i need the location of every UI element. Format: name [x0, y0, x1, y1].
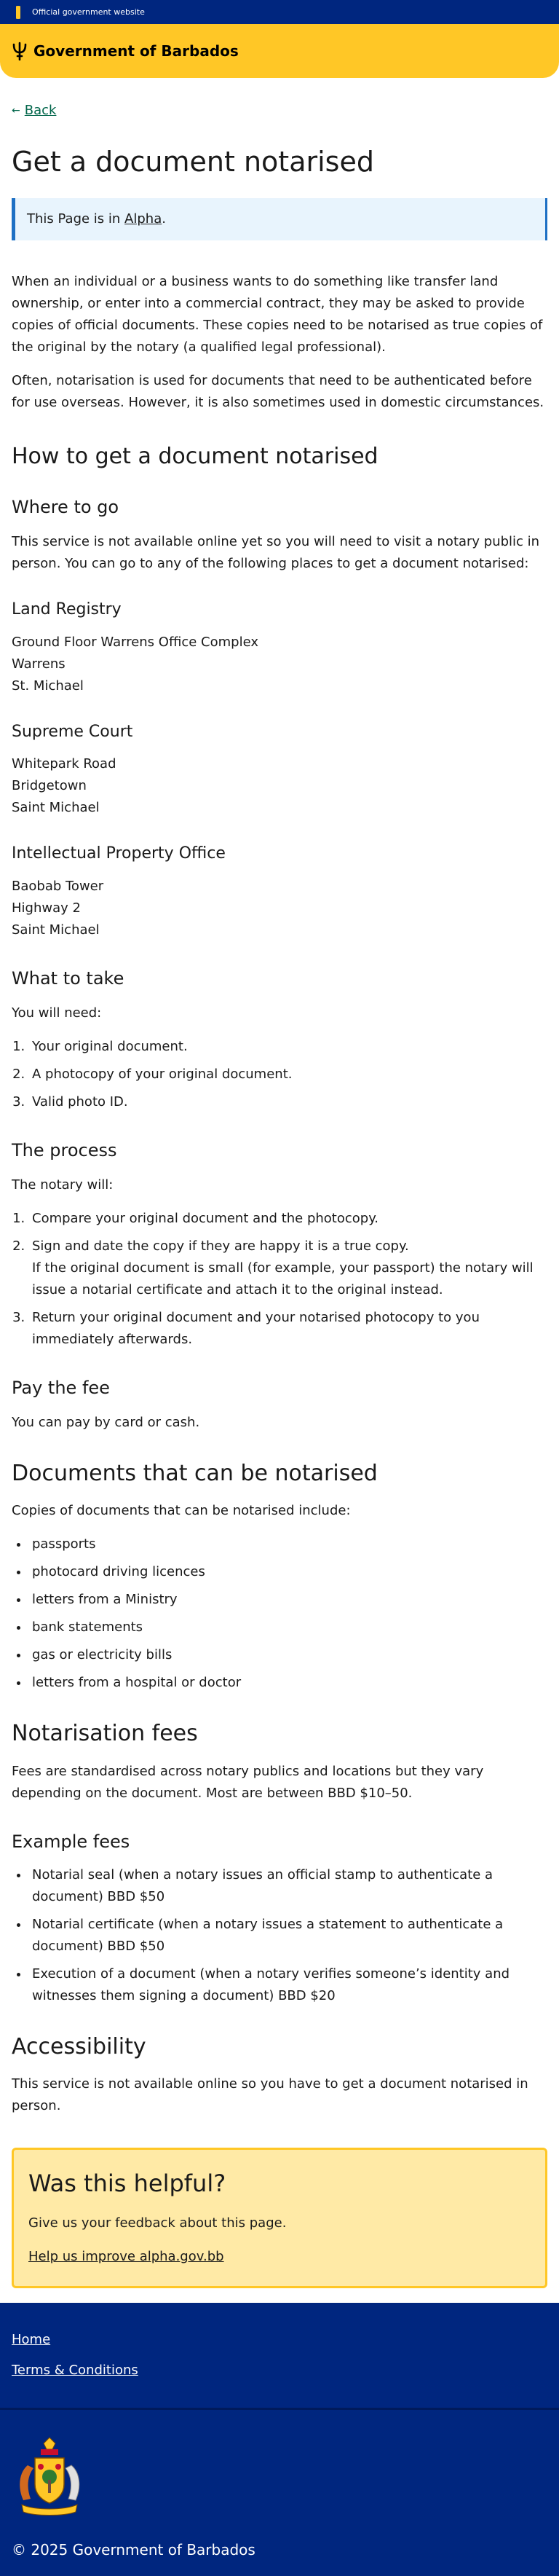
copyright: © 2025 Government of Barbados — [12, 2541, 255, 2559]
address-line: Saint Michael — [12, 800, 100, 816]
list-item: letters from a hospital or doctor — [29, 1672, 547, 1694]
list-item: Sign and date the copy if they are happy… — [29, 1236, 547, 1301]
process-list: Compare your original document and the p… — [12, 1208, 547, 1351]
place-address: Baobab Tower Highway 2 Saint Michael — [12, 876, 547, 941]
list-item-text: Sign and date the copy if they are happy… — [32, 1238, 409, 1254]
list-item: Notarial certificate (when a notary issu… — [29, 1914, 547, 1957]
address-line: Highway 2 — [12, 900, 81, 916]
address-line: Warrens — [12, 656, 66, 672]
alpha-prefix: This Page is in — [27, 211, 121, 227]
list-item-text: Compare your original document and the p… — [32, 1210, 379, 1226]
barbados-flag-icon — [12, 5, 25, 19]
back-link-wrapper: ← Back — [12, 103, 547, 118]
place-name: Land Registry — [12, 600, 122, 619]
place-address: Ground Floor Warrens Office Complex Warr… — [12, 632, 547, 697]
footer-link-home[interactable]: Home — [12, 2329, 547, 2351]
list-item: Valid photo ID. — [29, 1091, 547, 1113]
list-item: Compare your original document and the p… — [29, 1208, 547, 1230]
list-item: photocard driving licences — [29, 1561, 547, 1583]
alpha-suffix: . — [162, 211, 166, 227]
process-text: The notary will: — [12, 1177, 114, 1193]
footer-links: Home Terms & Conditions — [0, 2303, 559, 2408]
address-line: Bridgetown — [12, 778, 87, 794]
accessibility-heading: Accessibility — [12, 2033, 146, 2059]
feedback-link[interactable]: Help us improve alpha.gov.bb — [28, 2249, 531, 2264]
footer-link-terms[interactable]: Terms & Conditions — [12, 2360, 547, 2381]
list-item: Notarial seal (when a notary issues an o… — [29, 1864, 547, 1908]
list-item: Execution of a document (when a notary v… — [29, 1963, 547, 2007]
where-heading: Where to go — [12, 497, 119, 518]
list-item: passports — [29, 1534, 547, 1555]
official-banner-text: Official government website — [32, 7, 145, 17]
address-line: St. Michael — [12, 678, 84, 694]
documents-text: Copies of documents that can be notarise… — [12, 1503, 351, 1519]
footer-bottom: © 2025 Government of Barbados — [0, 2410, 559, 2576]
fees-list: Notarial seal (when a notary issues an o… — [12, 1864, 547, 2007]
fee-heading: Pay the fee — [12, 1377, 110, 1398]
how-heading: How to get a document notarised — [12, 443, 378, 469]
take-heading: What to take — [12, 967, 124, 989]
list-item: letters from a Ministry — [29, 1589, 547, 1611]
back-link[interactable]: Back — [25, 103, 57, 118]
alpha-banner: This Page is in Alpha. — [12, 197, 547, 240]
accessibility-text: This service is not available online so … — [12, 2076, 528, 2114]
alpha-link[interactable]: Alpha — [124, 211, 162, 227]
intro-paragraph-2: Often, notarisation is used for document… — [12, 372, 544, 410]
official-banner: Official government website — [0, 0, 559, 24]
trident-icon — [12, 42, 27, 60]
arrow-left-icon: ← — [12, 104, 20, 117]
place-address: Whitepark Road Bridgetown Saint Michael — [12, 753, 547, 819]
feedback-heading: Was this helpful? — [28, 2169, 226, 2198]
site-header: Government of Barbados — [0, 24, 559, 78]
where-text: This service is not available online yet… — [12, 534, 540, 572]
address-line: Baobab Tower — [12, 878, 104, 894]
intro-paragraph-1: When an individual or a business wants t… — [12, 273, 543, 355]
list-item: A photocopy of your original document. — [29, 1064, 547, 1085]
main-content: ← Back Get a document notarised This Pag… — [0, 103, 559, 2289]
address-line: Whitepark Road — [12, 756, 116, 772]
list-item-subtext: If the original document is small (for e… — [32, 1260, 534, 1297]
take-list: Your original document. A photocopy of y… — [12, 1036, 547, 1113]
list-item: bank statements — [29, 1617, 547, 1638]
fees-text: Fees are standardised across notary publ… — [12, 1763, 484, 1801]
list-item: Return your original document and your n… — [29, 1307, 547, 1351]
site-footer: Home Terms & Conditions © 2025 Governmen… — [0, 2303, 559, 2576]
process-heading: The process — [12, 1139, 117, 1161]
place-name: Intellectual Property Office — [12, 844, 226, 863]
list-item: Your original document. — [29, 1036, 547, 1058]
page-title: Get a document notarised — [12, 146, 374, 178]
example-fees-heading: Example fees — [12, 1831, 130, 1852]
site-logo-link[interactable]: Government of Barbados — [33, 42, 239, 60]
list-item-text: Return your original document and your n… — [32, 1309, 480, 1347]
coat-of-arms-icon — [20, 2437, 80, 2516]
take-text: You will need: — [12, 1005, 102, 1021]
feedback-panel: Was this helpful? Give us your feedback … — [12, 2148, 547, 2289]
fee-text: You can pay by card or cash. — [12, 1414, 200, 1430]
feedback-text: Give us your feedback about this page. — [28, 2215, 287, 2231]
fees-heading: Notarisation fees — [12, 1721, 198, 1747]
list-item: gas or electricity bills — [29, 1644, 547, 1666]
documents-list: passports photocard driving licences let… — [12, 1534, 547, 1694]
address-line: Saint Michael — [12, 922, 100, 938]
place-name: Supreme Court — [12, 722, 133, 741]
address-line: Ground Floor Warrens Office Complex — [12, 634, 258, 650]
documents-heading: Documents that can be notarised — [12, 1460, 378, 1486]
